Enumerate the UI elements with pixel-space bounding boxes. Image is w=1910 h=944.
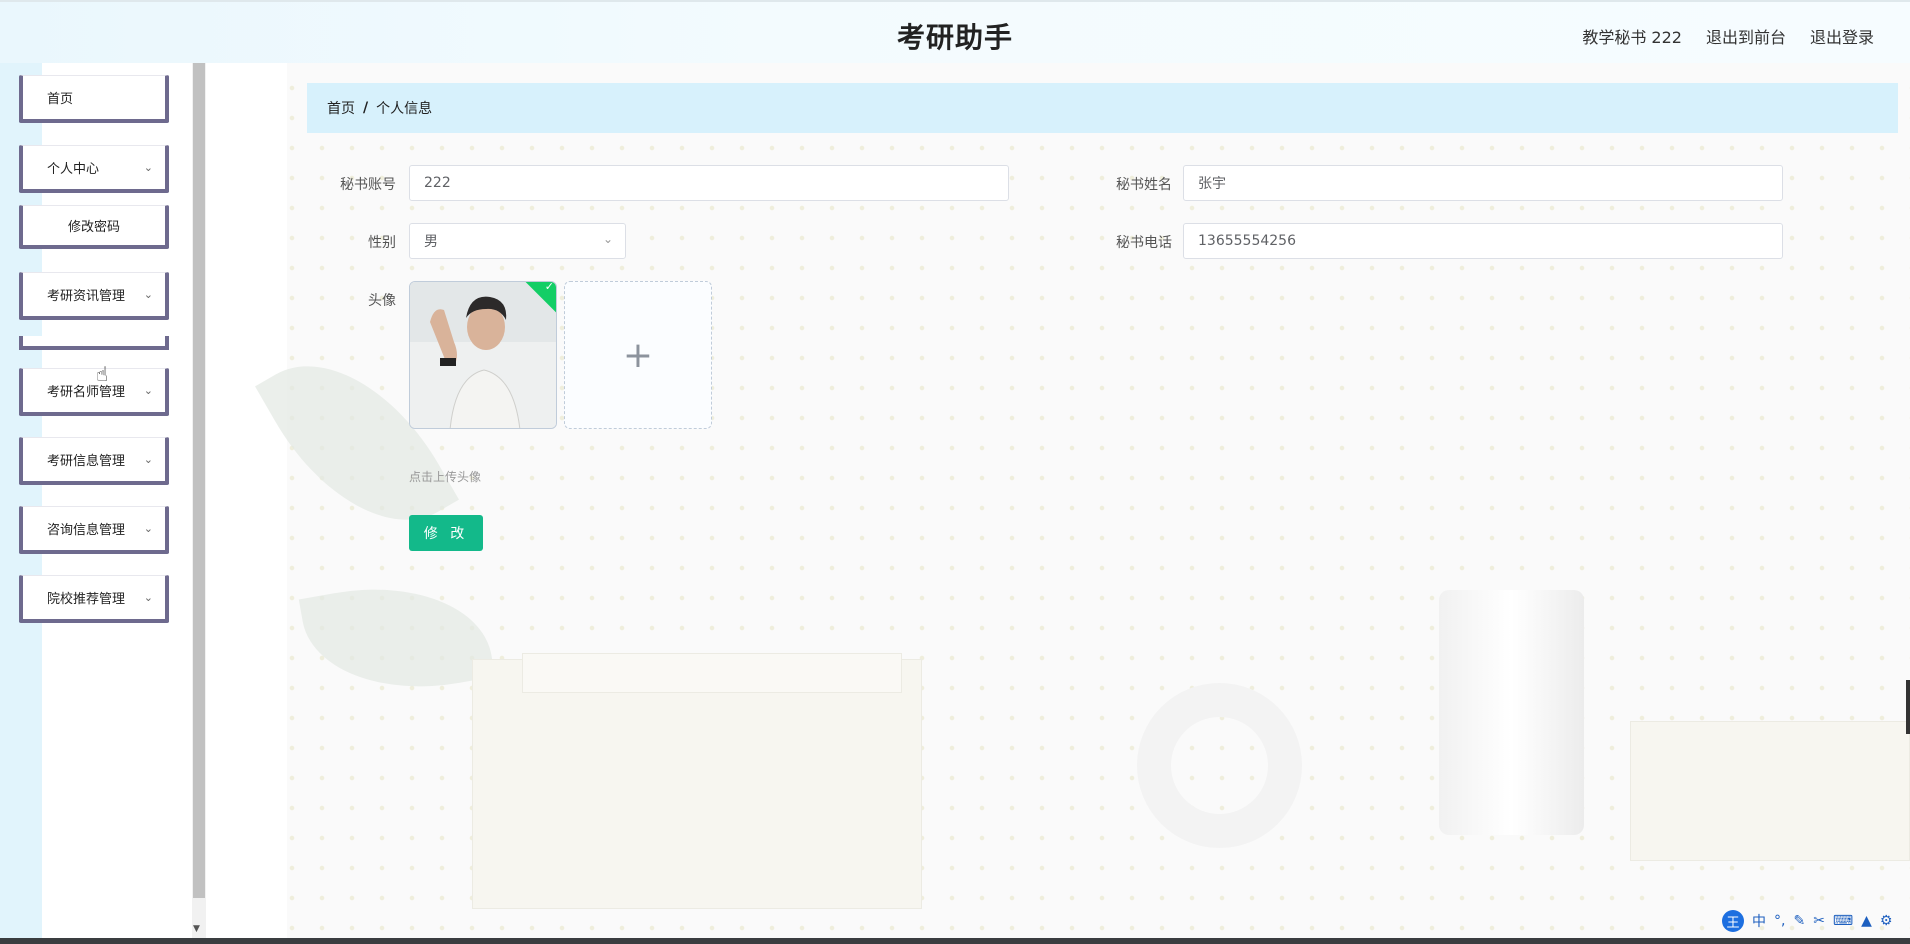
sidebar-item-info-management[interactable]: 考研信息管理 ⌄ [19,437,169,485]
box-decoration [472,659,922,909]
chevron-down-icon: ⌄ [143,288,153,301]
sidebar-item-partial [19,336,169,350]
account-value: 222 [424,175,451,191]
gender-value: 男 [424,234,438,250]
sidebar-item-school-recommend[interactable]: 院校推荐管理 ⌄ [19,575,169,623]
user-label: 教学秘书 222 [1582,28,1682,47]
scissors-icon[interactable]: ✂ [1813,913,1825,929]
account-label: 秘书账号 [340,177,396,193]
box-decoration [522,653,902,693]
chevron-down-icon: ⌄ [602,232,613,246]
cylinder-decoration [1439,590,1584,835]
leaf-decoration [298,568,496,708]
avatar-image[interactable]: ✓ [409,281,557,429]
ime-punctuation-icon[interactable]: °, [1774,913,1785,929]
shirt-icon[interactable]: ▲ [1861,913,1872,929]
hand-cursor-icon: ☝ [96,362,109,386]
logout-link[interactable]: 退出登录 [1810,24,1874,48]
ime-mode[interactable]: 中 [1752,911,1766,931]
sidebar-item-home[interactable]: 首页 [19,75,169,123]
chevron-down-icon: ⌄ [143,384,153,397]
left-strip [0,63,42,943]
name-value: 张宇 [1198,176,1226,192]
avatar-photo [410,282,556,428]
keyboard-icon[interactable]: ⌨ [1833,913,1853,929]
name-label: 秘书姓名 [1116,177,1172,193]
gear-icon[interactable]: ⚙ [1880,913,1893,929]
chevron-down-icon: ⌄ [143,453,153,466]
avatar-upload-button[interactable]: + [564,281,712,429]
right-edge-handle [1906,680,1910,734]
phone-field[interactable]: 13655554256 [1183,223,1783,259]
chevron-down-icon: ⌄ [143,591,153,604]
back-to-front-link[interactable]: 退出到前台 [1706,24,1786,48]
breadcrumb-current: 个人信息 [376,101,433,117]
sidebar-item-news-management[interactable]: 考研资讯管理 ⌄ [19,272,169,320]
box-decoration [1630,721,1910,861]
sidebar-item-personal-center[interactable]: 个人中心 ⌄ [19,145,169,193]
sidebar-item-consult-management[interactable]: 咨询信息管理 ⌄ [19,506,169,554]
account-field[interactable]: 222 [409,165,1009,201]
pen-icon[interactable]: ✎ [1793,913,1805,929]
sidebar-item-label: 考研信息管理 [47,454,126,469]
scroll-down-arrow-icon[interactable]: ▼ [193,924,200,934]
name-field[interactable]: 张宇 [1183,165,1783,201]
sidebar-item-label: 考研资讯管理 [47,289,126,304]
ime-toolbar: 王 中 °, ✎ ✂ ⌨ ▲ ⚙ [1722,910,1892,932]
top-right-links: 教学秘书 222 退出到前台 退出登录 [1582,24,1874,48]
check-icon: ✓ [544,281,554,294]
sidebar-item-label: 修改密码 [67,220,120,235]
sidebar-scrollbar-thumb[interactable] [193,63,205,898]
breadcrumb-separator: / [363,100,369,116]
phone-label: 秘书电话 [1116,235,1172,251]
chevron-down-icon: ⌄ [143,522,153,535]
breadcrumb-home[interactable]: 首页 [327,98,355,118]
sidebar-item-label: 咨询信息管理 [47,523,126,538]
breadcrumb: 首页 / 个人信息 [307,83,1898,133]
sidebar-item-label: 考研名师管理 [47,385,126,400]
gender-label: 性别 [368,235,396,251]
submit-button[interactable]: 修 改 [409,515,483,551]
upload-tip: 点击上传头像 [409,470,482,484]
os-taskbar [0,938,1910,944]
avatar-label: 头像 [368,293,396,309]
ring-decoration [1137,683,1302,848]
sidebar-item-label: 首页 [47,92,74,107]
sidebar-item-label: 个人中心 [47,162,100,177]
chevron-down-icon: ⌄ [143,161,153,174]
gender-select[interactable]: 男 ⌄ [409,223,626,259]
sidebar-item-label: 院校推荐管理 [47,592,126,607]
sidebar [42,63,192,943]
plus-icon: + [622,334,654,376]
sidebar-item-change-password[interactable]: 修改密码 [19,205,169,249]
top-bar: 考研助手 教学秘书 222 退出到前台 退出登录 [0,0,1910,63]
ime-logo-icon[interactable]: 王 [1722,910,1744,932]
sidebar-item-teacher-management[interactable]: 考研名师管理 ⌄ [19,368,169,416]
phone-value: 13655554256 [1198,233,1296,249]
